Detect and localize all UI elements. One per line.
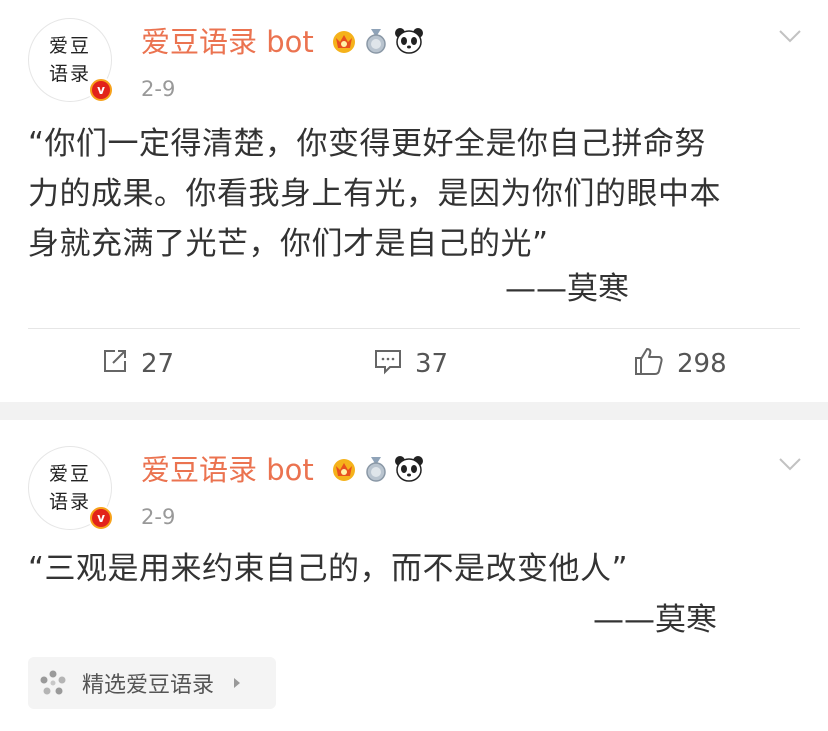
- post-content: “三观是用来约束自己的，而不是改变他人”: [28, 544, 628, 594]
- topic-tag-label: 精选爱豆语录: [82, 673, 215, 698]
- comment-icon: [373, 347, 403, 382]
- medal-badge-icon[interactable]: [362, 455, 390, 483]
- like-count: 298: [677, 349, 727, 379]
- post-separator: [0, 402, 828, 420]
- username[interactable]: 爱豆语录 bot: [141, 450, 314, 490]
- verified-badge-icon: v: [88, 505, 114, 531]
- crown-badge-icon[interactable]: [330, 27, 358, 55]
- comment-count: 37: [415, 349, 449, 379]
- repost-button[interactable]: 27: [101, 338, 174, 390]
- username[interactable]: 爱豆语录 bot: [141, 22, 314, 62]
- caret-right-icon: [232, 676, 242, 690]
- chevron-down-icon[interactable]: [778, 28, 802, 48]
- medal-badge-icon[interactable]: [362, 27, 390, 55]
- avatar-text-line: 语录: [48, 491, 91, 513]
- user-badges: [330, 455, 424, 483]
- comment-button[interactable]: 37: [373, 338, 448, 390]
- crown-badge-icon[interactable]: [330, 455, 358, 483]
- post-content-line: “你们一定得清楚，你变得更好全是你自己拼命努: [28, 126, 707, 162]
- post-content: “你们一定得清楚，你变得更好全是你自己拼命努 力的成果。你看我身上有光，是因为你…: [28, 119, 721, 269]
- thumbs-up-icon: [633, 345, 665, 384]
- topic-tag-button[interactable]: 精选爱豆语录: [28, 657, 276, 709]
- avatar-text-line: 语录: [48, 63, 91, 85]
- post-time: 2-9: [141, 77, 176, 101]
- avatar-text-line: 爱豆: [48, 463, 91, 485]
- post-content-line: 身就充满了光芒，你们才是自己的光”: [28, 226, 549, 262]
- verified-badge-icon: v: [88, 77, 114, 103]
- action-bar: 27 37 298: [0, 338, 828, 390]
- avatar-text-line: 爱豆: [48, 35, 91, 57]
- user-badges: [330, 27, 424, 55]
- like-button[interactable]: 298: [633, 338, 727, 390]
- post-time: 2-9: [141, 505, 176, 529]
- repost-icon: [101, 347, 129, 382]
- post-signature: ——莫寒: [505, 271, 629, 307]
- topic-flower-icon: [38, 668, 68, 698]
- chevron-down-icon[interactable]: [778, 456, 802, 476]
- repost-count: 27: [141, 349, 175, 379]
- post-signature: ——莫寒: [593, 602, 717, 638]
- weibo-post[interactable]: 爱豆 语录 v 爱豆语录 bot: [0, 420, 828, 731]
- divider: [28, 328, 800, 329]
- post-content-line: “三观是用来约束自己的，而不是改变他人”: [28, 551, 629, 587]
- panda-icon[interactable]: [394, 455, 424, 483]
- post-content-line: 力的成果。你看我身上有光，是因为你们的眼中本: [28, 176, 721, 212]
- panda-icon[interactable]: [394, 27, 424, 55]
- weibo-post[interactable]: 爱豆 语录 v 爱豆语录 bot: [0, 0, 828, 402]
